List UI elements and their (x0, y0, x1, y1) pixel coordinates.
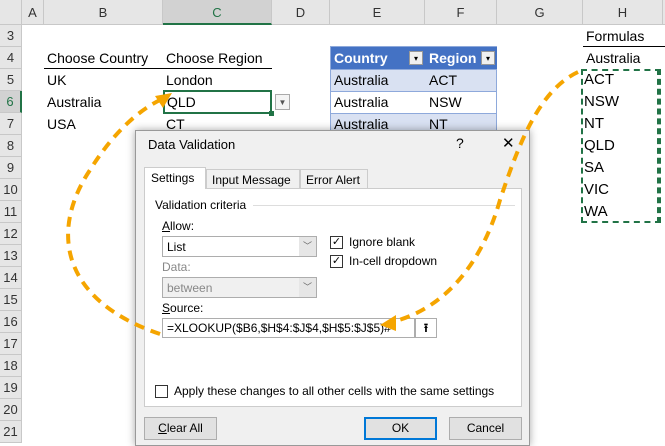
column-header-d[interactable]: D (272, 0, 330, 25)
row-header-14[interactable]: 14 (0, 267, 22, 289)
settings-panel: Validation criteria Allow: List ﹀ Data: b… (144, 188, 522, 407)
filter-button-region[interactable]: ▾ (481, 51, 495, 65)
formulas-header[interactable]: Australia (586, 47, 640, 69)
row-header-8[interactable]: 8 (0, 135, 22, 157)
column-header-h[interactable]: H (583, 0, 663, 25)
column-header-g[interactable]: G (497, 0, 583, 25)
spill-item[interactable]: NSW (584, 91, 619, 113)
table-cell[interactable]: NSW (426, 91, 462, 113)
allow-label: Allow: (162, 219, 195, 233)
spill-item[interactable]: VIC (584, 179, 609, 201)
cancel-button[interactable]: Cancel (449, 417, 522, 440)
data-value: between (167, 281, 213, 295)
cell-b7[interactable]: USA (47, 113, 76, 135)
spill-item[interactable]: SA (584, 157, 604, 179)
cell-c6-selected[interactable]: QLD (163, 90, 272, 114)
cell-c5[interactable]: London (166, 69, 213, 91)
spill-item[interactable]: QLD (584, 135, 615, 157)
column-header-b[interactable]: B (44, 0, 163, 25)
row-header-16[interactable]: 16 (0, 311, 22, 333)
cell-b4[interactable]: Choose Country (44, 47, 163, 69)
excel-table: Country ▾ Region ▾ Australia ACT Austral… (330, 46, 497, 137)
row-header-4[interactable]: 4 (0, 47, 22, 69)
source-input[interactable]: =XLOOKUP($B6,$H$4:$J$4,$H$5:$J$5)# (162, 318, 415, 338)
tab-error-alert[interactable]: Error Alert (300, 169, 368, 189)
filter-button-country[interactable]: ▾ (409, 51, 423, 65)
row-header-13[interactable]: 13 (0, 245, 22, 267)
select-all-corner[interactable] (0, 0, 22, 25)
column-header-f[interactable]: F (425, 0, 497, 25)
dialog-title: Data Validation (148, 137, 236, 152)
chevron-down-icon: ﹀ (299, 278, 316, 297)
data-validation-dialog: Data Validation ? ✕ Settings Input Messa… (135, 130, 530, 446)
spill-item[interactable]: NT (584, 113, 604, 135)
row-header-15[interactable]: 15 (0, 289, 22, 311)
collapse-dialog-button[interactable]: ⭱ (415, 318, 437, 338)
table-cell[interactable]: ACT (426, 69, 457, 91)
ignore-blank-checkbox[interactable]: ✓ (330, 236, 343, 249)
tab-settings[interactable]: Settings (144, 167, 206, 189)
ignore-blank-label[interactable]: Ignore blank (349, 235, 415, 249)
ok-button[interactable]: OK (364, 417, 437, 440)
table-cell[interactable]: Australia (331, 91, 388, 113)
allow-value: List (167, 240, 186, 254)
row-header-5[interactable]: 5 (0, 69, 22, 91)
column-header-a[interactable]: A (22, 0, 44, 25)
row-header-18[interactable]: 18 (0, 355, 22, 377)
column-header-c[interactable]: C (163, 0, 272, 25)
group-label: Validation criteria (155, 198, 247, 212)
row-header-10[interactable]: 10 (0, 179, 22, 201)
row-header-20[interactable]: 20 (0, 399, 22, 421)
in-cell-dropdown-label[interactable]: In-cell dropdown (349, 254, 437, 268)
help-button[interactable]: ? (456, 135, 464, 151)
data-label: Data: (162, 260, 191, 274)
in-cell-dropdown-checkbox[interactable]: ✓ (330, 255, 343, 268)
fill-handle[interactable] (269, 111, 274, 116)
row-header-17[interactable]: 17 (0, 333, 22, 355)
cell-b5[interactable]: UK (47, 69, 66, 91)
source-label: Source: (162, 301, 204, 315)
chevron-down-icon: ﹀ (299, 237, 316, 256)
apply-all-label[interactable]: Apply these changes to all other cells w… (174, 384, 494, 398)
row-header-11[interactable]: 11 (0, 201, 22, 223)
spill-item[interactable]: ACT (584, 69, 614, 91)
row-header-19[interactable]: 19 (0, 377, 22, 399)
row-header-7[interactable]: 7 (0, 113, 22, 135)
spill-range-next (657, 69, 665, 223)
data-select[interactable]: between ﹀ (162, 277, 317, 298)
group-line (253, 205, 515, 206)
apply-all-checkbox[interactable] (155, 385, 168, 398)
allow-select[interactable]: List ﹀ (162, 236, 317, 257)
column-header-e[interactable]: E (330, 0, 425, 25)
row-header-21[interactable]: 21 (0, 421, 22, 443)
row-header-3[interactable]: 3 (0, 25, 22, 47)
row-header-9[interactable]: 9 (0, 157, 22, 179)
close-icon[interactable]: ✕ (502, 134, 515, 152)
cell-b6[interactable]: Australia (47, 91, 101, 113)
spill-item[interactable]: WA (584, 201, 608, 223)
clear-all-button[interactable]: Clear All (144, 417, 217, 440)
formulas-title[interactable]: Formulas (583, 25, 665, 47)
cell-dropdown-button[interactable]: ▼ (275, 94, 290, 110)
row-header-6[interactable]: 6 (0, 91, 22, 113)
cell-c4[interactable]: Choose Region (163, 47, 272, 69)
tab-input-message[interactable]: Input Message (206, 169, 300, 189)
row-header-12[interactable]: 12 (0, 223, 22, 245)
table-cell[interactable]: Australia (331, 69, 388, 91)
